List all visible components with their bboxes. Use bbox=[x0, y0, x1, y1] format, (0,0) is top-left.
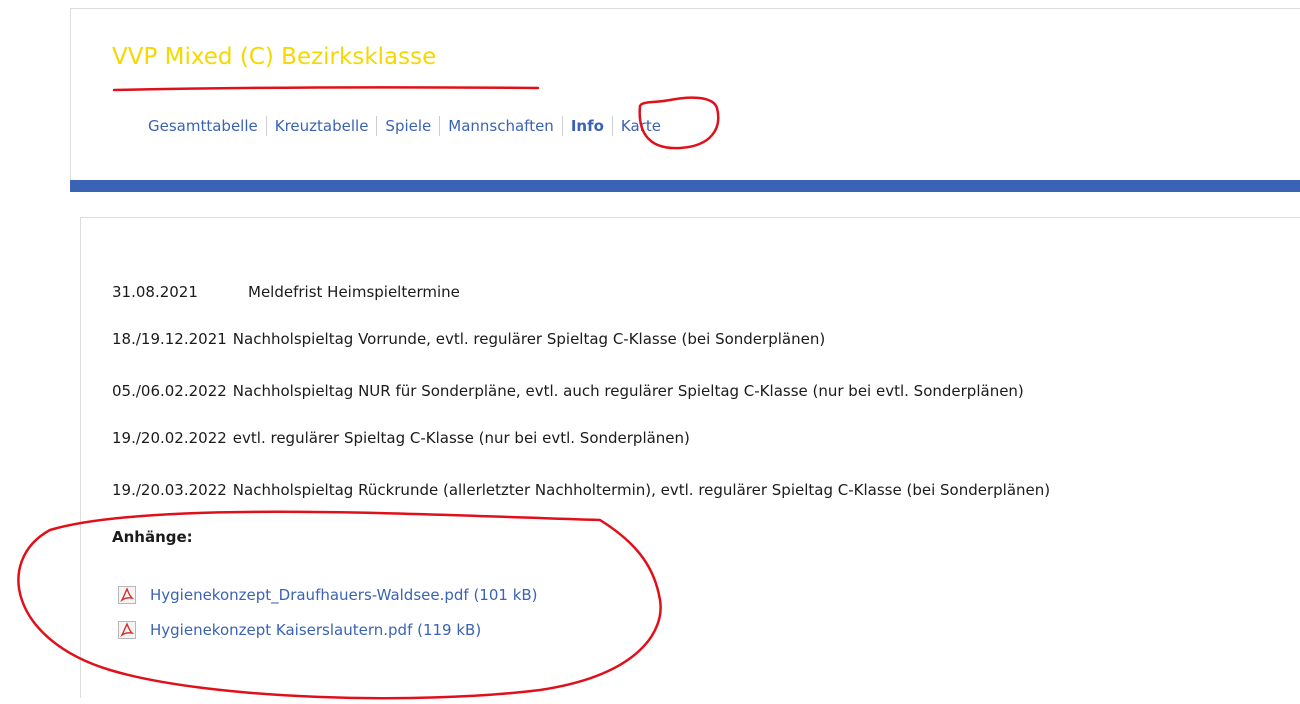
attachment-item[interactable]: Hygienekonzept Kaiserslautern.pdf (119 k… bbox=[118, 621, 481, 639]
pdf-icon bbox=[118, 621, 136, 639]
header-panel bbox=[70, 8, 1300, 181]
info-entry: 31.08.2021 Meldefrist Heimspieltermine bbox=[112, 283, 460, 301]
tab-separator bbox=[439, 116, 441, 136]
tab-separator bbox=[265, 116, 267, 136]
attachment-link[interactable]: Hygienekonzept_Draufhauers-Waldsee.pdf (… bbox=[150, 586, 538, 604]
info-entry: 05./06.02.2022 Nachholspieltag NUR für So… bbox=[112, 382, 1024, 400]
info-entry-text: Nachholspieltag Vorrunde, evtl. reguläre… bbox=[232, 330, 826, 348]
info-entry: 18./19.12.2021 Nachholspieltag Vorrunde, … bbox=[112, 330, 825, 348]
header-accent-bar bbox=[70, 180, 1300, 192]
page-title: VVP Mixed (C) Bezirksklasse bbox=[112, 44, 437, 70]
tab-karte[interactable]: Karte bbox=[621, 117, 661, 135]
tab-info[interactable]: Info bbox=[571, 117, 604, 135]
pdf-icon bbox=[118, 586, 136, 604]
tab-separator bbox=[611, 116, 613, 136]
attachment-item[interactable]: Hygienekonzept_Draufhauers-Waldsee.pdf (… bbox=[118, 586, 538, 604]
tab-mannschaften[interactable]: Mannschaften bbox=[448, 117, 554, 135]
info-entry-text: evtl. regulärer Spieltag C-Klasse (nur b… bbox=[232, 429, 690, 447]
info-entry-text: Nachholspieltag NUR für Sonderpläne, evt… bbox=[232, 382, 1024, 400]
info-entry-text: Nachholspieltag Rückrunde (allerletzter … bbox=[232, 481, 1051, 499]
attachments-heading: Anhänge: bbox=[112, 528, 193, 546]
tab-kreuztabelle[interactable]: Kreuztabelle bbox=[275, 117, 369, 135]
info-entry-text: Meldefrist Heimspieltermine bbox=[248, 283, 460, 301]
info-entry: 19./20.02.2022 evtl. regulärer Spieltag C… bbox=[112, 429, 690, 447]
tab-separator bbox=[561, 116, 563, 136]
info-entry-date: 05./06.02.2022 bbox=[112, 382, 227, 400]
tab-spiele[interactable]: Spiele bbox=[385, 117, 431, 135]
tab-separator bbox=[376, 116, 378, 136]
tab-gesamttabelle[interactable]: Gesamttabelle bbox=[148, 117, 258, 135]
info-entry: 19./20.03.2022 Nachholspieltag Rückrunde … bbox=[112, 481, 1050, 499]
info-entry-date: 18./19.12.2021 bbox=[112, 330, 227, 348]
info-entry-date: 19./20.03.2022 bbox=[112, 481, 227, 499]
info-entry-date: 19./20.02.2022 bbox=[112, 429, 227, 447]
tab-bar: Gesamttabelle Kreuztabelle Spiele Mannsc… bbox=[148, 115, 661, 137]
attachment-link[interactable]: Hygienekonzept Kaiserslautern.pdf (119 k… bbox=[150, 621, 481, 639]
info-entry-date: 31.08.2021 bbox=[112, 283, 198, 301]
